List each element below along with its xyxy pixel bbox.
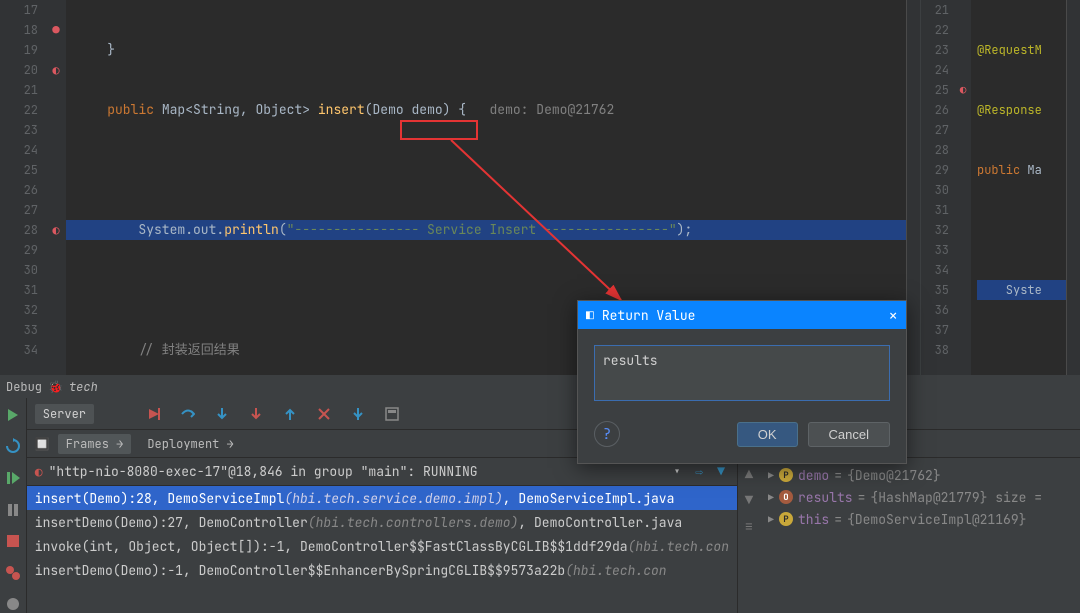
refresh-icon[interactable] <box>3 438 23 456</box>
line-number: 26 <box>0 180 38 200</box>
line-number: 21 <box>0 80 38 100</box>
return-value-dialog: ◧ Return Value × ? OK Cancel <box>577 300 907 464</box>
ok-button[interactable]: OK <box>737 422 798 447</box>
step-into-icon[interactable] <box>214 406 230 422</box>
frames-column: ◐ "http-nio-8080-exec-17"@18,846 in grou… <box>27 458 738 613</box>
thread-filter-icon[interactable]: ▼ <box>713 464 729 480</box>
line-number: 25 <box>0 160 38 180</box>
bug-icon: 🐞 <box>48 379 63 395</box>
line-number: 18 <box>0 20 38 40</box>
split-editor: 2122 2324 2526 2728 2930 3132 3334 3536 … <box>920 0 1080 375</box>
run-to-cursor-icon[interactable] <box>350 406 366 422</box>
error-stripe[interactable] <box>906 0 920 375</box>
thread-dropdown-icon[interactable]: ▾ <box>669 464 685 480</box>
parameter-icon: P <box>779 512 793 526</box>
line-number: 34 <box>0 340 38 360</box>
line-number: 23 <box>0 120 38 140</box>
line-number: 29 <box>0 240 38 260</box>
editor-area: 17 18 19 20 21 22 23 24 25 26 27 28 29 3… <box>0 0 1080 376</box>
mute-breakpoints-icon[interactable] <box>3 595 23 613</box>
mini-error-stripe[interactable] <box>1066 0 1080 375</box>
debug-panel: Server 🔲 Frames → Deployment → ◐ "htt <box>0 398 1080 613</box>
debug-top-toolbar: Server <box>27 398 1080 430</box>
variable-row[interactable]: ▶ P demo = {Demo@21762} <box>768 464 1072 486</box>
parameter-icon: P <box>779 468 793 482</box>
frames-icon: 🔲 <box>35 436 50 452</box>
frames-tab[interactable]: Frames → <box>58 434 132 454</box>
variable-row[interactable]: ▶ O results = {HashMap@21779} size = <box>768 486 1072 508</box>
view-breakpoints-icon[interactable] <box>3 564 23 582</box>
variable-row[interactable]: ▶ P this = {DemoServiceImpl@21169} <box>768 508 1072 530</box>
debug-session-name: tech <box>69 379 98 395</box>
debug-body: Server 🔲 Frames → Deployment → ◐ "htt <box>27 398 1080 613</box>
close-icon[interactable]: × <box>888 305 898 326</box>
mini-code[interactable]: @RequestM @Response public Ma Syste Map<… <box>971 0 1066 375</box>
variables-panel[interactable]: ▶ P demo = {Demo@21762} ▶ O results = {H… <box>760 458 1080 613</box>
breakpoint-icon[interactable]: ◐ <box>46 220 66 240</box>
frame-item[interactable]: invoke(int, Object, Object[]):-1, DemoCo… <box>27 534 737 558</box>
line-number: 28 <box>0 220 38 240</box>
frame-down-icon[interactable]: ▼ <box>745 492 753 510</box>
mini-line-gutter: 2122 2324 2526 2728 2930 3132 3334 3536 … <box>921 0 955 375</box>
cancel-button[interactable]: Cancel <box>808 422 890 447</box>
dialog-app-icon: ◧ <box>586 307 594 324</box>
mini-breakpoint-gutter[interactable]: ◐ <box>955 0 971 375</box>
frame-item[interactable]: insertDemo(Demo):27, DemoController (hbi… <box>27 510 737 534</box>
debug-label: Debug <box>6 379 42 395</box>
thread-status-icon: ◐ <box>35 463 43 480</box>
highlight-box <box>400 120 478 140</box>
debug-tabs-row: 🔲 Frames → Deployment → <box>27 430 1080 458</box>
thread-next-icon[interactable]: ⇨ <box>691 464 707 480</box>
line-number: 27 <box>0 200 38 220</box>
line-gutter: 17 18 19 20 21 22 23 24 25 26 27 28 29 3… <box>0 0 46 375</box>
expand-icon[interactable]: ▶ <box>768 469 774 482</box>
frame-item[interactable]: insert(Demo):28, DemoServiceImpl (hbi.te… <box>27 486 737 510</box>
dialog-title: Return Value <box>602 307 696 324</box>
thread-label: "http-nio-8080-exec-17"@18,846 in group … <box>49 463 663 480</box>
breakpoint-icon[interactable]: ◐ <box>955 80 971 100</box>
frame-item[interactable]: insertDemo(Demo):-1, DemoController$$Enh… <box>27 558 737 582</box>
breakpoint-gutter[interactable]: ● ◐ ◐ <box>46 0 66 375</box>
stop-icon[interactable] <box>3 532 23 550</box>
line-number: 17 <box>0 0 38 20</box>
frame-more-icon[interactable]: ≡ <box>745 518 753 536</box>
force-step-into-icon[interactable] <box>248 406 264 422</box>
deployment-tab[interactable]: Deployment → <box>139 434 241 454</box>
line-number: 33 <box>0 320 38 340</box>
show-execution-point-icon[interactable] <box>146 406 162 422</box>
expand-icon[interactable]: ▶ <box>768 491 774 504</box>
server-tab[interactable]: Server <box>35 404 94 424</box>
line-number: 32 <box>0 300 38 320</box>
line-number: 30 <box>0 260 38 280</box>
step-out-icon[interactable] <box>282 406 298 422</box>
step-over-icon[interactable] <box>180 406 196 422</box>
drop-frame-icon[interactable] <box>316 406 332 422</box>
line-number: 20 <box>0 60 38 80</box>
frames-list[interactable]: insert(Demo):28, DemoServiceImpl (hbi.te… <box>27 486 737 613</box>
evaluate-expression-icon[interactable] <box>384 406 400 422</box>
frame-up-icon[interactable]: ▲ <box>745 466 753 484</box>
breakpoint-icon[interactable]: ◐ <box>46 60 66 80</box>
pause-icon[interactable] <box>3 501 23 519</box>
expression-input[interactable] <box>594 345 890 401</box>
expand-icon[interactable]: ▶ <box>768 513 774 526</box>
line-number: 22 <box>0 100 38 120</box>
debug-tool-window-header[interactable]: Debug 🐞 tech <box>0 376 1080 398</box>
rerun-icon[interactable] <box>3 406 23 424</box>
frames-nav: ▲ ▼ ≡ <box>738 458 760 613</box>
debug-left-toolbar <box>0 398 27 613</box>
resume-icon[interactable] <box>3 469 23 487</box>
debug-content: ◐ "http-nio-8080-exec-17"@18,846 in grou… <box>27 458 1080 613</box>
line-number: 19 <box>0 40 38 60</box>
line-number: 31 <box>0 280 38 300</box>
line-number: 24 <box>0 140 38 160</box>
breakpoint-icon[interactable]: ● <box>46 20 66 40</box>
object-icon: O <box>779 490 793 504</box>
help-icon[interactable]: ? <box>594 421 620 447</box>
dialog-titlebar[interactable]: ◧ Return Value × <box>578 301 906 329</box>
